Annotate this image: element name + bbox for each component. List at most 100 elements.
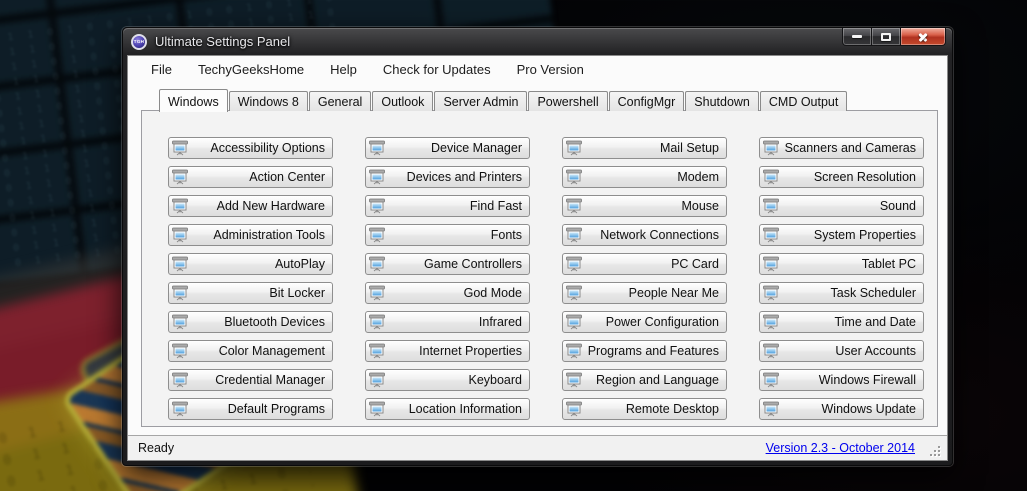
settings-button-scanners-and-cameras[interactable]: Scanners and Cameras: [759, 137, 924, 159]
tab-cmd-output[interactable]: CMD Output: [759, 91, 848, 111]
projector-screen-icon: [763, 285, 779, 301]
settings-button-power-configuration[interactable]: Power Configuration: [562, 311, 727, 333]
settings-button-modem[interactable]: Modem: [562, 166, 727, 188]
settings-button-action-center[interactable]: Action Center: [168, 166, 333, 188]
projector-screen-icon: [369, 227, 385, 243]
settings-button-sound[interactable]: Sound: [759, 195, 924, 217]
settings-button-internet-properties[interactable]: Internet Properties: [365, 340, 530, 362]
projector-screen-icon: [172, 169, 188, 185]
tab-windows-8[interactable]: Windows 8: [228, 91, 308, 111]
settings-button-windows-firewall[interactable]: Windows Firewall: [759, 369, 924, 391]
settings-button-fonts[interactable]: Fonts: [365, 224, 530, 246]
tab-outlook[interactable]: Outlook: [372, 91, 434, 111]
settings-button-remote-desktop[interactable]: Remote Desktop: [562, 398, 727, 420]
tab-powershell[interactable]: Powershell: [528, 91, 608, 111]
settings-button-color-management[interactable]: Color Management: [168, 340, 333, 362]
settings-button-system-properties[interactable]: System Properties: [759, 224, 924, 246]
projector-screen-icon: [369, 256, 385, 272]
projector-screen-icon: [172, 314, 188, 330]
settings-button-network-connections[interactable]: Network Connections: [562, 224, 727, 246]
status-text: Ready: [138, 441, 175, 455]
settings-button-location-information[interactable]: Location Information: [365, 398, 530, 420]
settings-button-windows-update[interactable]: Windows Update: [759, 398, 924, 420]
projector-screen-icon: [172, 372, 188, 388]
tab-server-admin[interactable]: Server Admin: [434, 91, 528, 111]
settings-button-keyboard[interactable]: Keyboard: [365, 369, 530, 391]
settings-button-label: Task Scheduler: [830, 286, 916, 300]
settings-button-label: Windows Update: [821, 402, 917, 416]
settings-button-administration-tools[interactable]: Administration Tools: [168, 224, 333, 246]
projector-screen-icon: [763, 227, 779, 243]
tab-general[interactable]: General: [308, 91, 372, 111]
settings-button-infrared[interactable]: Infrared: [365, 311, 530, 333]
settings-button-label: Tablet PC: [861, 257, 916, 271]
settings-button-label: Color Management: [218, 344, 325, 358]
menu-bar: File TechyGeeksHome Help Check for Updates P…: [128, 56, 947, 83]
tab-configmgr[interactable]: ConfigMgr: [608, 91, 685, 111]
settings-button-label: Modem: [677, 170, 719, 184]
settings-button-credential-manager[interactable]: Credential Manager: [168, 369, 333, 391]
settings-button-label: Bit Locker: [269, 286, 325, 300]
settings-button-bluetooth-devices[interactable]: Bluetooth Devices: [168, 311, 333, 333]
settings-button-user-accounts[interactable]: User Accounts: [759, 340, 924, 362]
menu-item-help[interactable]: Help: [317, 58, 370, 81]
settings-button-label: AutoPlay: [274, 257, 325, 271]
projector-screen-icon: [566, 227, 582, 243]
settings-button-autoplay[interactable]: AutoPlay: [168, 253, 333, 275]
settings-button-label: Network Connections: [600, 228, 719, 242]
projector-screen-icon: [172, 401, 188, 417]
settings-button-god-mode[interactable]: God Mode: [365, 282, 530, 304]
settings-button-device-manager[interactable]: Device Manager: [365, 137, 530, 159]
resize-grip[interactable]: [929, 445, 941, 457]
app-logo-icon: TGH: [131, 33, 147, 50]
settings-button-mail-setup[interactable]: Mail Setup: [562, 137, 727, 159]
menu-item-techygeekshome[interactable]: TechyGeeksHome: [185, 58, 317, 81]
close-button[interactable]: [901, 28, 946, 46]
projector-screen-icon: [172, 227, 188, 243]
tab-shutdown[interactable]: Shutdown: [685, 91, 759, 111]
settings-button-add-new-hardware[interactable]: Add New Hardware: [168, 195, 333, 217]
settings-button-label: Accessibility Options: [210, 141, 325, 155]
settings-button-devices-and-printers[interactable]: Devices and Printers: [365, 166, 530, 188]
menu-item-check-for-updates[interactable]: Check for Updates: [370, 58, 504, 81]
settings-button-game-controllers[interactable]: Game Controllers: [365, 253, 530, 275]
settings-button-screen-resolution[interactable]: Screen Resolution: [759, 166, 924, 188]
settings-button-tablet-pc[interactable]: Tablet PC: [759, 253, 924, 275]
title-bar[interactable]: TGH Ultimate Settings Panel: [123, 28, 952, 55]
projector-screen-icon: [369, 372, 385, 388]
projector-screen-icon: [763, 372, 779, 388]
settings-button-task-scheduler[interactable]: Task Scheduler: [759, 282, 924, 304]
projector-screen-icon: [566, 198, 582, 214]
settings-button-time-and-date[interactable]: Time and Date: [759, 311, 924, 333]
settings-button-bit-locker[interactable]: Bit Locker: [168, 282, 333, 304]
settings-button-programs-and-features[interactable]: Programs and Features: [562, 340, 727, 362]
settings-button-label: Time and Date: [834, 315, 916, 329]
settings-button-people-near-me[interactable]: People Near Me: [562, 282, 727, 304]
tab-strip: Windows Windows 8 General Outlook Server Adm…: [159, 88, 938, 112]
projector-screen-icon: [763, 256, 779, 272]
maximize-button[interactable]: [872, 28, 901, 46]
settings-button-label: Power Configuration: [605, 315, 719, 329]
settings-button-label: Add New Hardware: [216, 199, 325, 213]
settings-button-label: Sound: [879, 199, 916, 213]
projector-screen-icon: [763, 401, 779, 417]
settings-button-accessibility-options[interactable]: Accessibility Options: [168, 137, 333, 159]
settings-button-label: Device Manager: [430, 141, 522, 155]
settings-button-find-fast[interactable]: Find Fast: [365, 195, 530, 217]
projector-screen-icon: [763, 140, 779, 156]
minimize-icon: [852, 35, 862, 38]
menu-item-file[interactable]: File: [138, 58, 185, 81]
version-link[interactable]: Version 2.3 - October 2014: [766, 441, 915, 455]
settings-button-label: Fonts: [490, 228, 522, 242]
settings-button-mouse[interactable]: Mouse: [562, 195, 727, 217]
menu-item-pro-version[interactable]: Pro Version: [504, 58, 597, 81]
minimize-button[interactable]: [842, 28, 872, 46]
settings-button-region-and-language[interactable]: Region and Language: [562, 369, 727, 391]
tab-windows[interactable]: Windows: [159, 89, 228, 112]
settings-button-label: Programs and Features: [587, 344, 719, 358]
projector-screen-icon: [172, 140, 188, 156]
settings-button-default-programs[interactable]: Default Programs: [168, 398, 333, 420]
projector-screen-icon: [566, 372, 582, 388]
projector-screen-icon: [369, 198, 385, 214]
settings-button-pc-card[interactable]: PC Card: [562, 253, 727, 275]
